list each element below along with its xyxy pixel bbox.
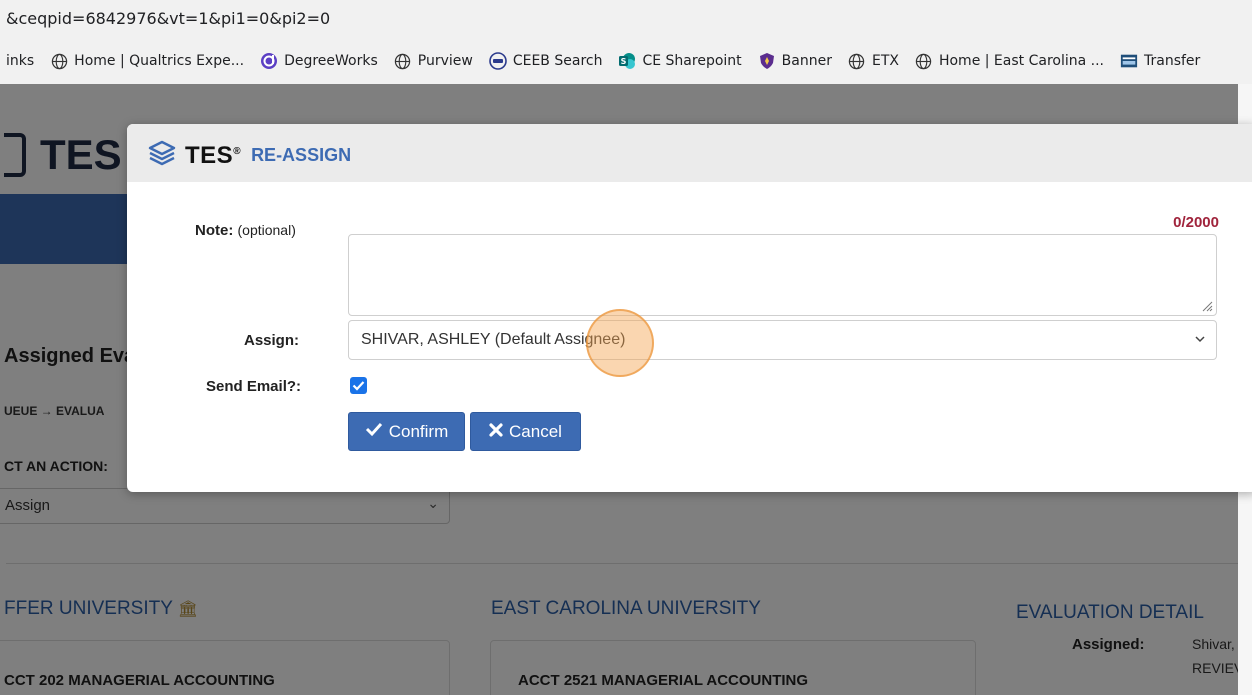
bookmark-label: DegreeWorks xyxy=(284,53,378,69)
assign-label: Assign: xyxy=(244,332,300,349)
globe-icon xyxy=(50,52,68,70)
bookmark-ce-sharepoint[interactable]: S CE Sharepoint xyxy=(618,52,742,70)
reassign-dialog: TES® RE-ASSIGN Note: (optional) 0/2000 A… xyxy=(127,124,1252,492)
tes-stack-icon xyxy=(147,139,177,172)
bookmark-label: CE Sharepoint xyxy=(642,53,742,69)
address-bar[interactable]: &ceqpid=6842976&vt=1&pi1=0&pi2=0 xyxy=(0,0,1252,38)
bookmark-label: Transfer xyxy=(1144,53,1201,69)
bookmark-purview[interactable]: Purview xyxy=(394,52,473,70)
bookmark-label: Purview xyxy=(417,53,473,69)
svg-text:S: S xyxy=(621,57,627,66)
note-char-counter: 0/2000 xyxy=(1173,214,1219,231)
globe-icon xyxy=(848,52,866,70)
bookmark-home-east-carolina[interactable]: Home | East Carolina ... xyxy=(915,52,1104,70)
confirm-label: Confirm xyxy=(388,421,449,441)
bookmark-banner[interactable]: Banner xyxy=(758,52,832,70)
click-indicator xyxy=(586,309,654,377)
note-label: Note: (optional) xyxy=(195,222,296,239)
transfer-icon xyxy=(1120,52,1138,70)
bookmark-label: Banner xyxy=(781,53,832,69)
send-email-checkbox[interactable] xyxy=(350,377,367,394)
bookmarks-bar: inks Home | Qualtrics Expe... DegreeWork… xyxy=(0,38,1252,84)
confirm-button[interactable]: Confirm xyxy=(348,412,465,451)
bookmark-etx[interactable]: ETX xyxy=(848,52,899,70)
degreeworks-icon xyxy=(260,52,278,70)
checkmark-icon xyxy=(352,381,365,391)
bookmark-ceeb-search[interactable]: CEEB Search xyxy=(489,52,603,70)
resize-handle-icon[interactable] xyxy=(1201,300,1213,312)
bookmark-degreeworks[interactable]: DegreeWorks xyxy=(260,52,378,70)
bookmark-qualtrics[interactable]: Home | Qualtrics Expe... xyxy=(50,52,244,70)
bookmark-label: inks xyxy=(6,53,35,69)
check-icon xyxy=(365,421,383,442)
bookmark-label: Home | Qualtrics Expe... xyxy=(74,53,245,69)
banner-icon xyxy=(758,52,776,70)
dialog-brand: TES® RE-ASSIGN xyxy=(147,139,351,172)
assignee-select[interactable]: SHIVAR, ASHLEY (Default Assignee) xyxy=(348,320,1217,360)
send-email-label: Send Email?: xyxy=(206,378,302,395)
cancel-button[interactable]: Cancel xyxy=(470,412,581,451)
bookmark-label: CEEB Search xyxy=(512,53,603,69)
ceeb-icon xyxy=(489,52,507,70)
dialog-brand-name: TES® xyxy=(185,141,242,169)
chevron-down-icon xyxy=(1195,336,1205,343)
cancel-label: Cancel xyxy=(509,421,562,441)
dialog-title: RE-ASSIGN xyxy=(251,145,352,165)
note-textarea[interactable] xyxy=(348,234,1217,316)
bookmark-links[interactable]: inks xyxy=(6,53,34,69)
bookmark-label: Home | East Carolina ... xyxy=(938,53,1104,69)
globe-icon xyxy=(915,52,933,70)
note-optional-hint: (optional) xyxy=(237,222,296,238)
close-icon xyxy=(489,422,503,442)
globe-icon xyxy=(394,52,412,70)
bookmark-transfer[interactable]: Transfer xyxy=(1120,52,1200,70)
sharepoint-icon: S xyxy=(618,52,636,70)
dialog-header: TES® RE-ASSIGN xyxy=(127,124,1252,182)
url-text[interactable]: &ceqpid=6842976&vt=1&pi1=0&pi2=0 xyxy=(6,9,330,28)
bookmark-label: ETX xyxy=(871,53,899,69)
